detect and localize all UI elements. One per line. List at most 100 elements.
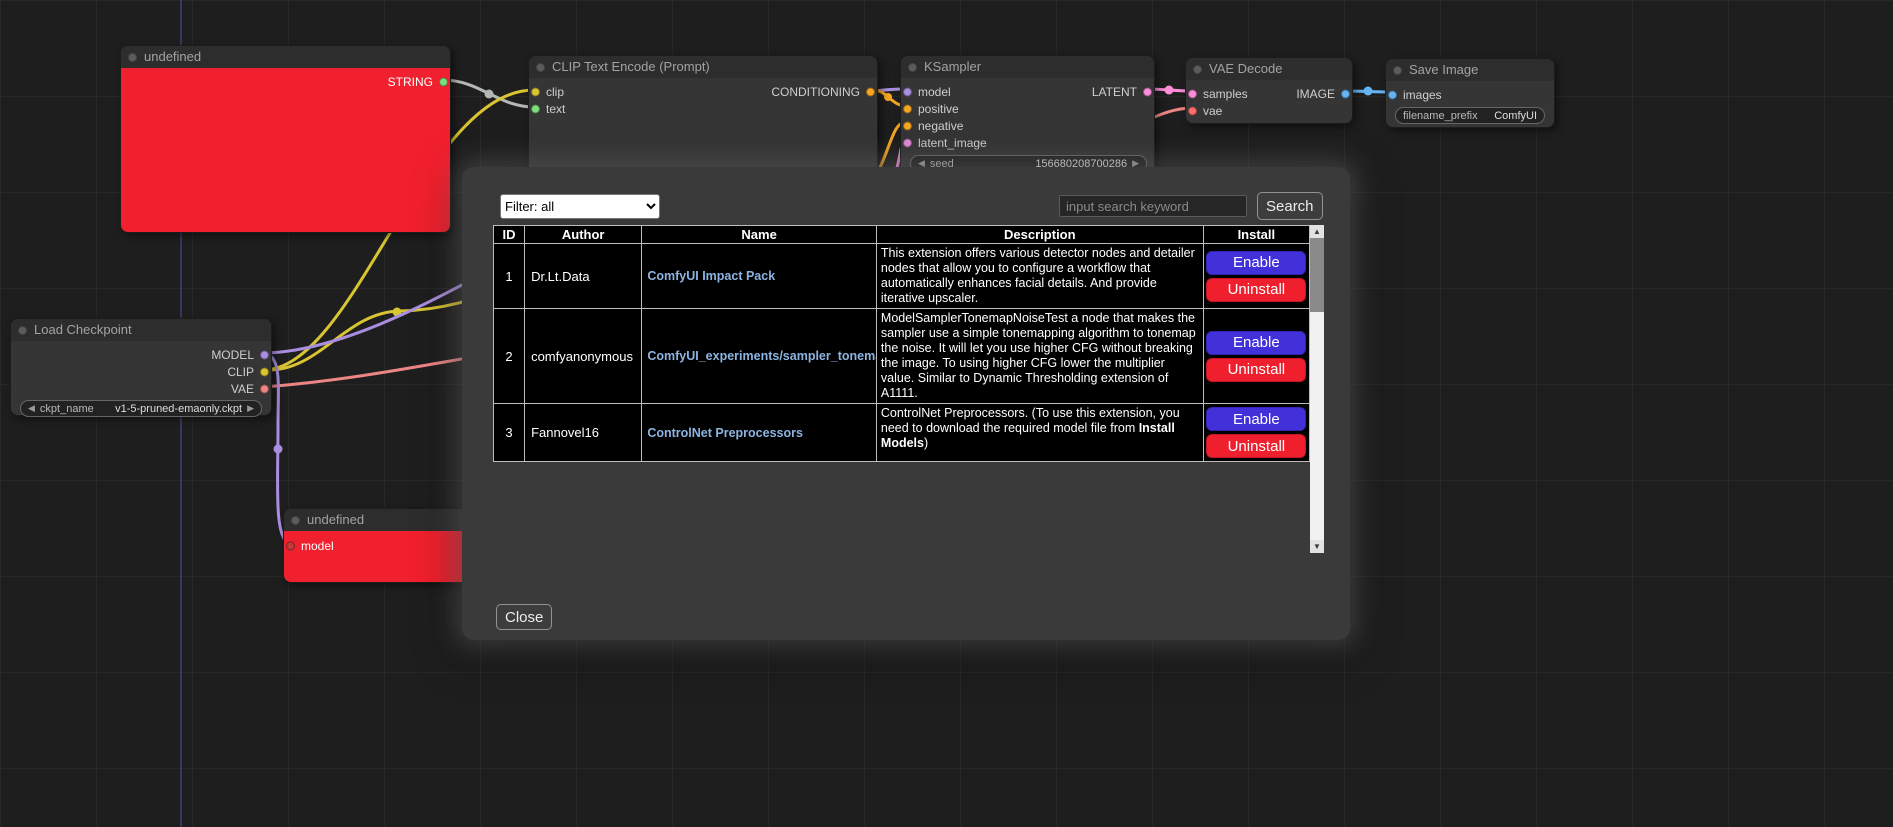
- node-header[interactable]: undefined: [121, 46, 450, 68]
- extension-name-link[interactable]: ComfyUI Impact Pack: [642, 244, 877, 309]
- node-header[interactable]: Save Image: [1386, 59, 1554, 81]
- uninstall-button[interactable]: Uninstall: [1206, 358, 1306, 382]
- collapse-dot-icon[interactable]: [128, 53, 137, 62]
- collapse-dot-icon[interactable]: [908, 63, 917, 72]
- port-label-conditioning: CONDITIONING: [771, 85, 860, 99]
- collapse-dot-icon[interactable]: [1393, 66, 1402, 75]
- wire-midpoint-dot: [274, 445, 283, 454]
- port-row: latent_image: [901, 134, 1154, 151]
- node-graph-canvas[interactable]: undefined STRING CLIP Text Encode (Promp…: [0, 0, 1893, 827]
- port-image-output[interactable]: [1341, 89, 1350, 98]
- node-body: images filename_prefix ComfyUI: [1386, 81, 1554, 127]
- node-save-image[interactable]: Save Image images filename_prefix ComfyU…: [1385, 58, 1555, 128]
- node-title: Save Image: [1409, 62, 1478, 77]
- port-row: MODEL: [11, 346, 271, 363]
- collapse-dot-icon[interactable]: [18, 326, 27, 335]
- port-text-input[interactable]: [531, 104, 540, 113]
- port-label-string: STRING: [388, 75, 433, 89]
- scrollbar-down-icon[interactable]: ▼: [1310, 540, 1324, 553]
- scrollbar-thumb[interactable]: [1310, 238, 1324, 312]
- port-row: positive: [901, 100, 1154, 117]
- node-header[interactable]: CLIP Text Encode (Prompt): [529, 56, 877, 78]
- port-label-latent: LATENT: [1092, 85, 1137, 99]
- search-input[interactable]: [1059, 195, 1247, 217]
- port-label-images: images: [1403, 88, 1442, 102]
- enable-button[interactable]: Enable: [1206, 331, 1306, 355]
- port-row: images: [1386, 86, 1554, 103]
- ckpt-widget-value: v1-5-pruned-emaonly.ckpt: [115, 403, 242, 415]
- port-row: text: [529, 100, 877, 117]
- prev-arrow-icon[interactable]: ◀: [28, 400, 35, 417]
- port-row: negative: [901, 117, 1154, 134]
- enable-button[interactable]: Enable: [1206, 251, 1306, 275]
- ckpt-name-widget[interactable]: ◀ ckpt_name v1-5-pruned-emaonly.ckpt ▶: [20, 400, 262, 417]
- wire-midpoint-dot: [1165, 86, 1174, 95]
- header-id: ID: [494, 226, 525, 244]
- row-description: ModelSamplerTonemapNoiseTest a node that…: [876, 309, 1203, 404]
- node-header[interactable]: VAE Decode: [1186, 58, 1352, 80]
- row-author: Fannovel16: [525, 404, 642, 462]
- uninstall-button[interactable]: Uninstall: [1206, 278, 1306, 302]
- port-label-positive: positive: [918, 102, 959, 116]
- search-button[interactable]: Search: [1257, 192, 1323, 220]
- row-id: 2: [494, 309, 525, 404]
- port-label-clip: CLIP: [227, 365, 254, 379]
- extension-name-link[interactable]: ComfyUI_experiments/sampler_tonemap: [642, 309, 877, 404]
- collapse-dot-icon[interactable]: [536, 63, 545, 72]
- extension-name-link[interactable]: ControlNet Preprocessors: [642, 404, 877, 462]
- node-title: KSampler: [924, 59, 981, 74]
- port-latent-image-input[interactable]: [903, 138, 912, 147]
- node-vae-decode[interactable]: VAE Decode samples IMAGE vae: [1185, 57, 1353, 124]
- port-negative-input[interactable]: [903, 121, 912, 130]
- port-samples-input[interactable]: [1188, 89, 1197, 98]
- port-positive-input[interactable]: [903, 104, 912, 113]
- port-label-negative: negative: [918, 119, 963, 133]
- uninstall-button[interactable]: Uninstall: [1206, 434, 1306, 458]
- enable-button[interactable]: Enable: [1206, 407, 1306, 431]
- next-arrow-icon[interactable]: ▶: [247, 400, 254, 417]
- row-description: This extension offers various detector n…: [876, 244, 1203, 309]
- port-model-output[interactable]: [260, 350, 269, 359]
- ckpt-widget-label: ckpt_name: [40, 403, 94, 415]
- filename-prefix-value: ComfyUI: [1494, 110, 1537, 122]
- port-label-text: text: [546, 102, 565, 116]
- row-author: Dr.Lt.Data: [525, 244, 642, 309]
- port-conditioning-output[interactable]: [866, 87, 875, 96]
- port-clip-input[interactable]: [531, 87, 540, 96]
- port-model-input[interactable]: [286, 541, 295, 550]
- description-text: ControlNet Preprocessors. (To use this e…: [881, 406, 1180, 435]
- port-latent-output[interactable]: [1143, 87, 1152, 96]
- port-vae-output[interactable]: [260, 384, 269, 393]
- table-row: 3 Fannovel16 ControlNet Preprocessors Co…: [494, 404, 1310, 462]
- scrollbar-up-icon[interactable]: ▲: [1310, 225, 1324, 238]
- node-body: STRING: [121, 68, 450, 232]
- collapse-dot-icon[interactable]: [1193, 65, 1202, 74]
- port-label-model: MODEL: [211, 348, 254, 362]
- port-row: model LATENT: [901, 83, 1154, 100]
- port-label-vae: VAE: [231, 382, 254, 396]
- description-text: ): [924, 436, 928, 450]
- port-row: clip CONDITIONING: [529, 83, 877, 100]
- port-images-input[interactable]: [1388, 90, 1397, 99]
- wire-midpoint-dot: [485, 90, 494, 99]
- header-install: Install: [1203, 226, 1309, 244]
- node-undefined-top[interactable]: undefined STRING: [120, 45, 451, 233]
- port-model-input[interactable]: [903, 87, 912, 96]
- table-scrollbar[interactable]: ▲ ▼: [1310, 225, 1324, 553]
- filename-prefix-widget[interactable]: filename_prefix ComfyUI: [1395, 107, 1545, 124]
- port-vae-input[interactable]: [1188, 106, 1197, 115]
- node-load-checkpoint[interactable]: Load Checkpoint MODEL CLIP VAE ◀ ckpt_na…: [10, 318, 272, 416]
- collapse-dot-icon[interactable]: [291, 516, 300, 525]
- close-button[interactable]: Close: [496, 604, 552, 630]
- node-header[interactable]: KSampler: [901, 56, 1154, 78]
- extension-list-scroll-area: ID Author Name Description Install 1 Dr.…: [493, 225, 1324, 553]
- header-author: Author: [525, 226, 642, 244]
- node-body: samples IMAGE vae: [1186, 80, 1352, 123]
- node-header[interactable]: Load Checkpoint: [11, 319, 271, 341]
- port-string-output[interactable]: [439, 77, 448, 86]
- port-clip-output[interactable]: [260, 367, 269, 376]
- port-label-latent-image: latent_image: [918, 136, 987, 150]
- row-install-cell: Enable Uninstall: [1203, 404, 1309, 462]
- row-id: 3: [494, 404, 525, 462]
- filter-select[interactable]: Filter: all: [500, 194, 660, 219]
